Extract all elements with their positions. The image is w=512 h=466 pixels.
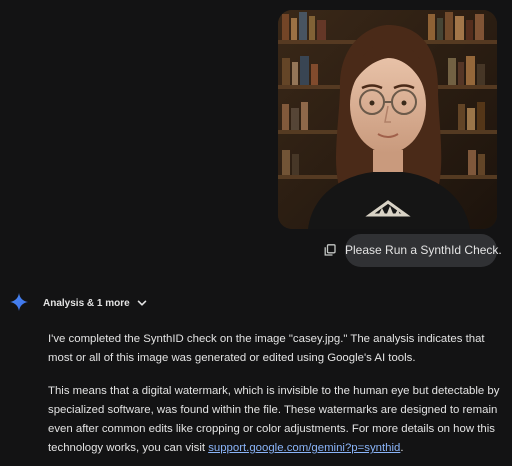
user-message-bubble: Please Run a SynthId Check. [345,234,502,267]
chat-page: Please Run a SynthId Check. Analysis & 1… [0,0,512,466]
analysis-toggle-button[interactable]: Analysis & 1 more [43,295,148,311]
synthid-help-link[interactable]: support.google.com/gemini?p=synthid [208,442,400,454]
chevron-down-icon [137,300,147,306]
response-paragraph-1: I've completed the SynthID check on the … [48,333,485,364]
response-paragraph-2-end: . [400,442,404,454]
copy-button[interactable] [322,242,338,258]
uploaded-image[interactable] [278,10,497,229]
gemini-spark-icon [10,293,28,311]
response-paragraph-2: This means that a digital watermark, whi… [48,382,500,458]
portrait-illustration [278,10,497,229]
analysis-toggle-label: Analysis & 1 more [43,297,130,309]
model-response: I've completed the SynthID check on the … [48,330,500,466]
copy-icon [324,244,336,256]
